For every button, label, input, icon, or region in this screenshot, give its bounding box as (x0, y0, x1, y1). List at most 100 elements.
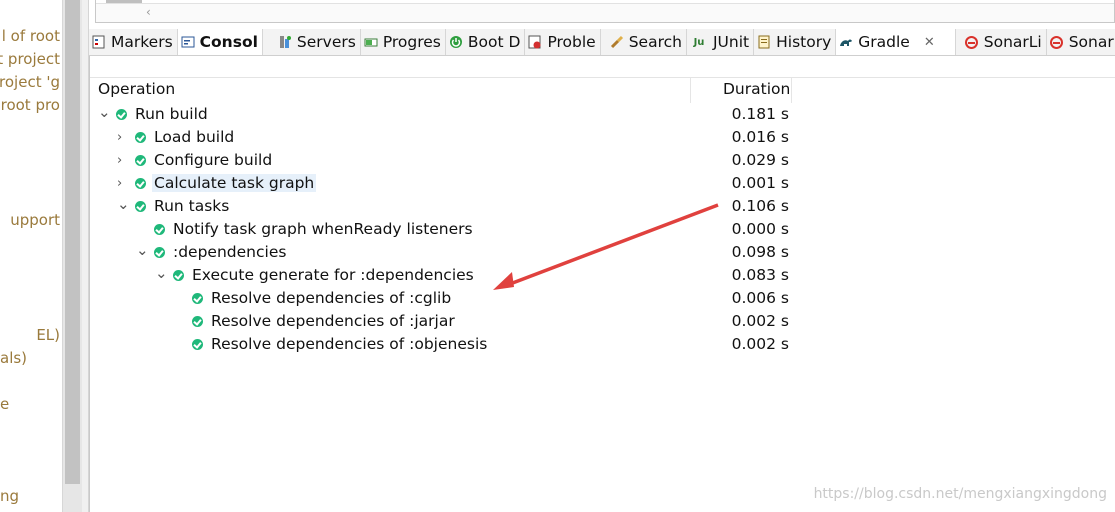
gradle-executions-view: Operation Duration ⌄ Run build 0.181 s › Loa… (89, 56, 1115, 512)
tab-progress[interactable]: Progres (361, 29, 446, 55)
pane-divider[interactable] (82, 0, 89, 512)
duration-value: 0.006 s (731, 289, 789, 307)
tree-row[interactable]: ⌄ Execute generate for :dependencies 0.083… (90, 264, 792, 288)
tree-row[interactable]: ⌄ Run tasks 0.106 s (90, 195, 792, 219)
tree-row[interactable]: › Configure build 0.029 s (90, 150, 792, 173)
tree-row[interactable]: Resolve dependencies of :cglib 0.006 s (90, 288, 792, 311)
success-icon (154, 224, 165, 235)
sonarlint-icon (965, 35, 979, 49)
editor-text-line: project 'g (0, 73, 60, 91)
operation-label: Configure build (154, 151, 273, 169)
success-icon (192, 293, 203, 304)
duration-value: 0.016 s (731, 128, 789, 146)
duration-value: 0.106 s (731, 197, 789, 215)
editor-text-line: upport (10, 211, 60, 229)
operation-label: Run tasks (154, 197, 230, 215)
editor-text-line: EL) (36, 326, 60, 344)
tab-label: Gradle (858, 33, 910, 51)
success-icon (135, 155, 146, 166)
operation-label: Notify task graph whenReady listeners (173, 220, 473, 238)
tab-label: Boot D (467, 33, 521, 51)
close-icon[interactable]: ✕ (924, 35, 935, 50)
chevron-down-icon[interactable]: ⌄ (98, 103, 111, 121)
tab-label: Markers (111, 33, 173, 51)
chevron-right-icon[interactable]: › (117, 153, 122, 168)
chevron-right-icon[interactable]: › (117, 176, 122, 191)
boot-dashboard-icon (449, 35, 463, 49)
tab-gradle[interactable]: Gradle ✕ (836, 29, 956, 55)
gradle-icon (839, 35, 853, 49)
editor-text-line: als) (0, 349, 28, 367)
tab-label: Servers (296, 33, 356, 51)
success-icon (116, 109, 127, 120)
operation-label: Resolve dependencies of :objenesis (211, 335, 488, 353)
operation-tree: ⌄ Run build 0.181 s › Load build 0.016 s › Conf… (90, 103, 792, 357)
tree-row[interactable]: Resolve dependencies of :objenesis 0.002 … (90, 334, 792, 357)
tab-servers[interactable]: Servers (275, 29, 361, 55)
column-separator[interactable] (791, 78, 792, 103)
operation-label: :dependencies (173, 243, 287, 261)
tab-boot-dashboard[interactable]: Boot D (446, 29, 526, 55)
editor-text-line: t project (0, 50, 60, 68)
success-icon (135, 132, 146, 143)
tab-history[interactable]: History (754, 29, 837, 55)
editor-text-line: ng (0, 487, 20, 505)
tab-label: Proble (547, 33, 596, 51)
view-tab-bar: Markers Consol Servers Progres Boot D Pr… (89, 29, 1115, 56)
tab-junit[interactable]: Ju JUnit (687, 29, 755, 55)
console-icon (181, 35, 195, 49)
editor-text-line: l of root (1, 27, 60, 45)
tab-search[interactable]: Search (607, 29, 687, 55)
horizontal-scrollbar[interactable]: ‹ (96, 3, 1114, 22)
tab-problems[interactable]: Proble (525, 29, 601, 55)
success-icon (135, 178, 146, 189)
column-separator[interactable] (690, 78, 691, 103)
tab-label: History (776, 33, 832, 51)
operation-label: Resolve dependencies of :jarjar (211, 312, 455, 330)
duration-value: 0.029 s (731, 151, 789, 169)
operation-label: Run build (135, 105, 208, 123)
scroll-left-icon[interactable]: ‹ (146, 5, 151, 19)
tree-row[interactable]: Notify task graph whenReady listeners 0.0… (90, 219, 792, 242)
column-header-duration[interactable]: Duration (723, 80, 790, 104)
progress-icon (364, 35, 378, 49)
scrollbar-thumb[interactable] (65, 0, 80, 484)
tab-label: Progres (382, 33, 441, 51)
editor-vertical-scrollbar[interactable] (62, 0, 83, 512)
chevron-down-icon[interactable]: ⌄ (155, 264, 168, 282)
tab-console[interactable]: Consol (177, 29, 263, 55)
tab-sonarlint-2[interactable]: SonarLi (1047, 29, 1115, 55)
tree-row[interactable]: › Load build 0.016 s (90, 127, 792, 150)
tab-label: SonarLi (1068, 33, 1115, 51)
tab-label: Search (628, 33, 682, 51)
search-icon (610, 35, 624, 49)
column-header-operation[interactable]: Operation (98, 80, 175, 104)
operation-label: Resolve dependencies of :cglib (211, 289, 452, 307)
tab-markers[interactable]: Markers (89, 29, 178, 55)
markers-icon (92, 35, 106, 49)
upper-editor-frame: ‹ (95, 0, 1115, 23)
view-toolbar-divider (90, 77, 1115, 78)
editor-text-line: root pro (0, 96, 60, 114)
chevron-right-icon[interactable]: › (117, 130, 122, 145)
success-icon (154, 247, 165, 258)
duration-value: 0.181 s (731, 105, 789, 123)
duration-value: 0.002 s (731, 312, 789, 330)
tree-row[interactable]: › Calculate task graph 0.001 s (90, 173, 792, 196)
duration-value: 0.001 s (731, 174, 789, 192)
editor-left-fragment: l of root t project project 'g root pro … (0, 0, 62, 512)
tab-sonarlint-1[interactable]: SonarLi (962, 29, 1047, 55)
operation-label: Calculate task graph (152, 174, 317, 192)
duration-value: 0.083 s (731, 266, 789, 284)
sonarlint-icon (1050, 35, 1064, 49)
success-icon (173, 270, 184, 281)
chevron-down-icon[interactable]: ⌄ (117, 195, 130, 213)
editor-text-line: e (0, 395, 10, 413)
tree-row[interactable]: Resolve dependencies of :jarjar 0.002 s (90, 311, 792, 334)
tree-row[interactable]: ⌄:dependencies 0.098 s (90, 241, 792, 265)
success-icon (192, 316, 203, 327)
tree-row[interactable]: ⌄ Run build 0.181 s (90, 103, 792, 127)
tab-label: Consol (199, 33, 258, 51)
tab-label: SonarLi (983, 33, 1042, 51)
chevron-down-icon[interactable]: ⌄ (136, 241, 149, 259)
